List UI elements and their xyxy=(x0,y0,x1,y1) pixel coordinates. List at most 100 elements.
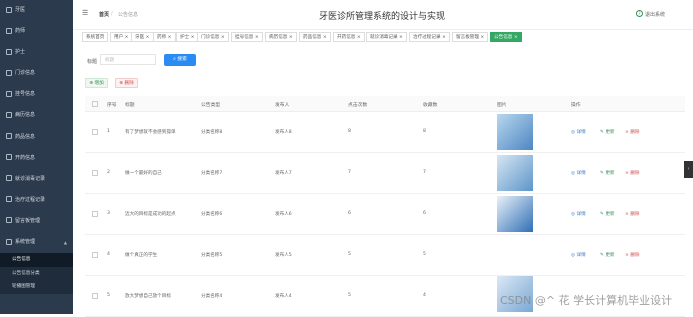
breadcrumb-current: 公告信息 xyxy=(118,12,139,18)
sidebar-item-message-board[interactable]: 留言板管理 xyxy=(0,211,73,232)
sidebar-subitem-notice-category[interactable]: 公告信息分类 xyxy=(0,266,73,281)
ticket-icon xyxy=(6,90,12,97)
tab-medical-record[interactable]: 病历信息 × xyxy=(265,32,297,42)
column-header-title: 标题 xyxy=(125,103,135,108)
row-delete-button[interactable]: × 删除 xyxy=(625,129,640,135)
list-icon xyxy=(6,175,12,182)
column-header-publisher: 发布人 xyxy=(275,103,290,108)
cell-title: 迈大的目标是成功的起点 xyxy=(125,212,176,217)
sidebar-item-label: 病历信息 xyxy=(15,112,36,119)
cell-publisher: 发布人6 xyxy=(275,212,292,217)
tab-clinic[interactable]: 门诊信息 × xyxy=(197,32,229,42)
delete-button[interactable]: ⊗ 删除 xyxy=(115,78,138,88)
edit-label: 更新 xyxy=(605,212,615,217)
row-delete-button[interactable]: × 删除 xyxy=(625,252,640,258)
detail-label: 详情 xyxy=(576,130,586,135)
tab-notice[interactable]: 公告信息 × xyxy=(490,32,522,42)
sidebar-item-clinic[interactable]: 门诊信息 xyxy=(0,63,73,84)
cell-title: 做一个最好的自己 xyxy=(125,171,162,176)
row-checkbox[interactable] xyxy=(92,129,98,135)
detail-button[interactable]: ◎ 详情 xyxy=(571,129,586,135)
chevron-left-icon[interactable]: ‹ xyxy=(684,161,693,178)
fold-icon[interactable]: ☰ xyxy=(82,9,88,17)
edit-label: 更新 xyxy=(605,253,615,258)
sidebar-item-medicine[interactable]: 药品信息 xyxy=(0,127,73,148)
tab-home[interactable]: 系统首页 xyxy=(82,32,109,42)
sidebar-subitem-notice[interactable]: 公告信息 xyxy=(0,253,73,267)
tab-dentist[interactable]: 牙医 × xyxy=(131,32,154,42)
cell-favorites: 4 xyxy=(423,293,426,298)
cell-index: 2 xyxy=(107,170,110,175)
tab-user[interactable]: 用户 × xyxy=(110,32,133,42)
sidebar-item-treatment[interactable]: 治疗过程记录 xyxy=(0,190,73,211)
sidebar-subitem-carousel[interactable]: 轮播图管理 xyxy=(0,280,73,294)
cell-title: 有了梦想就不会感到孤单 xyxy=(125,130,176,135)
sidebar-item-label: 药师 xyxy=(15,28,26,35)
tab-nurse[interactable]: 护士 × xyxy=(176,32,199,42)
cell-clicks: 7 xyxy=(348,170,351,175)
cell-category: 分类名称4 xyxy=(201,294,223,299)
row-delete-button[interactable]: × 删除 xyxy=(625,211,640,217)
cell-favorites: 6 xyxy=(423,211,426,216)
send-icon xyxy=(6,154,12,161)
sidebar-item-nurse[interactable]: 护士 xyxy=(0,42,73,63)
cell-favorites: 7 xyxy=(423,170,426,175)
detail-button[interactable]: ◎ 详情 xyxy=(571,252,586,258)
user-icon xyxy=(6,6,12,13)
tab-disinfection[interactable]: 就诊消毒记录 × xyxy=(366,32,407,42)
tab-prescription[interactable]: 开药信息 × xyxy=(333,32,365,42)
row-delete-button[interactable]: × 删除 xyxy=(625,170,640,176)
column-header-actions: 操作 xyxy=(571,103,581,108)
row-checkbox[interactable] xyxy=(92,293,98,299)
detail-button[interactable]: ◎ 详情 xyxy=(571,170,586,176)
column-header-category: 公告类型 xyxy=(201,103,221,108)
tab-treatment[interactable]: 治疗过程记录 × xyxy=(409,32,450,42)
column-header-image: 图片 xyxy=(497,103,507,108)
sidebar-item-dentist[interactable]: 牙医 xyxy=(0,0,73,21)
cell-clicks: 6 xyxy=(348,211,351,216)
edit-button[interactable]: ✎ 更新 xyxy=(600,170,615,176)
add-button-label: 增加 xyxy=(94,81,104,86)
add-button[interactable]: ⊕ 增加 xyxy=(85,78,108,88)
search-button[interactable]: ⌕ 搜索 xyxy=(164,54,196,66)
clinic-icon xyxy=(6,69,12,76)
row-checkbox[interactable] xyxy=(92,211,98,217)
edit-button[interactable]: ✎ 更新 xyxy=(600,252,615,258)
edit-button[interactable]: ✎ 更新 xyxy=(600,211,615,217)
cell-publisher: 发布人4 xyxy=(275,294,292,299)
sidebar-item-prescription[interactable]: 开药信息 xyxy=(0,148,73,169)
sidebar-item-medical-record[interactable]: 病历信息 xyxy=(0,105,73,126)
sidebar-item-registration[interactable]: 挂号信息 xyxy=(0,84,73,105)
row-checkbox[interactable] xyxy=(92,170,98,176)
user-icon xyxy=(6,48,12,55)
cell-publisher: 发布人5 xyxy=(275,253,292,258)
logout-button[interactable]: ? 退出系统 xyxy=(636,10,666,18)
sidebar-item-label: 留言板管理 xyxy=(15,217,41,224)
cell-favorites: 8 xyxy=(423,129,426,134)
notice-image xyxy=(497,196,533,232)
detail-button[interactable]: ◎ 详情 xyxy=(571,211,586,217)
search-button-label: 搜索 xyxy=(177,57,187,62)
tab-message-board[interactable]: 留言板管理 × xyxy=(452,32,489,42)
sidebar-item-label: 就诊消毒记录 xyxy=(15,175,46,182)
tab-registration[interactable]: 挂号信息 × xyxy=(231,32,263,42)
delete-label: 删除 xyxy=(630,171,640,176)
search-input[interactable]: 标题 xyxy=(100,54,156,65)
sidebar-item-disinfection[interactable]: 就诊消毒记录 xyxy=(0,169,73,190)
breadcrumb-home[interactable]: 首页 xyxy=(99,11,109,18)
tab-medicine[interactable]: 药品信息 × xyxy=(299,32,331,42)
detail-label: 详情 xyxy=(576,212,586,217)
edit-button[interactable]: ✎ 更新 xyxy=(600,129,615,135)
power-icon: ? xyxy=(636,10,643,17)
sidebar-item-system[interactable]: 系统管理 ▲ xyxy=(0,232,73,253)
tab-pharmacist[interactable]: 药师 × xyxy=(153,32,176,42)
row-checkbox[interactable] xyxy=(92,252,98,258)
logout-label: 退出系统 xyxy=(645,12,666,18)
sidebar-item-pharmacist[interactable]: 药师 xyxy=(0,21,73,42)
cell-category: 分类名称6 xyxy=(201,212,223,217)
watermark: CSDN @^ 花 学长计算机毕业设计 xyxy=(500,294,673,307)
cell-publisher: 发布人8 xyxy=(275,130,292,135)
select-all-checkbox[interactable] xyxy=(92,101,98,107)
breadcrumb-separator: / xyxy=(111,11,113,17)
delete-label: 删除 xyxy=(630,212,640,217)
